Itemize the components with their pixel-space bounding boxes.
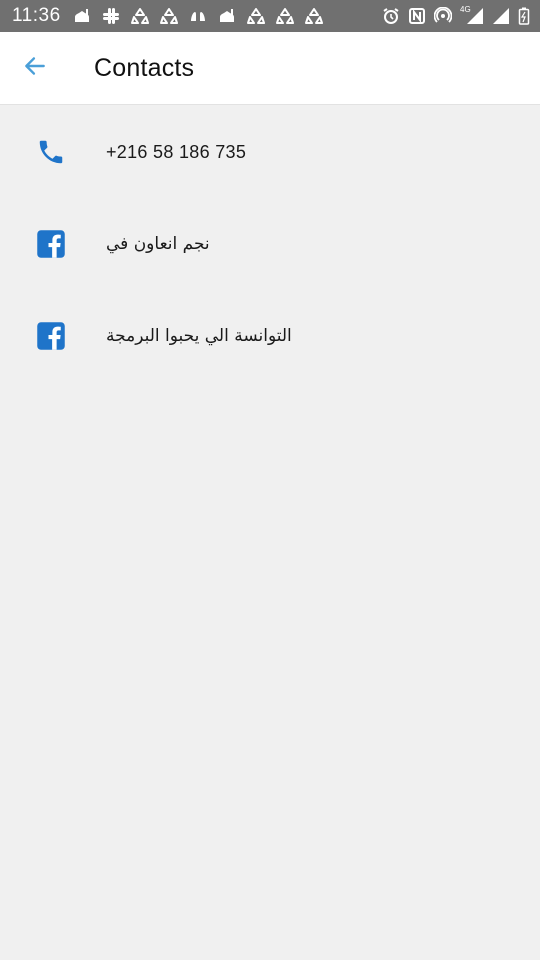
contact-row-facebook-2[interactable]: التوانسة الي يحبوا البرمجة bbox=[0, 290, 540, 382]
contact-label: التوانسة الي يحبوا البرمجة bbox=[106, 326, 292, 346]
mosque-icon bbox=[218, 7, 236, 25]
facebook-icon bbox=[0, 321, 106, 351]
contact-row-phone[interactable]: +216 58 186 735 bbox=[0, 106, 540, 198]
status-bar: 11:36 4G bbox=[0, 0, 540, 32]
slack-icon bbox=[102, 7, 120, 25]
notification-icons bbox=[73, 7, 323, 25]
hotspot-icon bbox=[434, 7, 452, 25]
page-title: Contacts bbox=[94, 53, 195, 82]
contacts-list: +216 58 186 735 نجم انعاون في التوانسة ا… bbox=[0, 106, 540, 382]
phone-icon bbox=[0, 137, 106, 167]
alarm-icon bbox=[382, 7, 400, 25]
facebook-icon bbox=[0, 229, 106, 259]
status-time: 11:36 bbox=[12, 5, 61, 26]
recycle-icon bbox=[246, 7, 265, 25]
app-bar: Contacts bbox=[0, 32, 540, 105]
back-button[interactable] bbox=[0, 32, 70, 105]
contact-label: +216 58 186 735 bbox=[106, 141, 247, 162]
signal-icon bbox=[492, 7, 510, 25]
system-icons: 4G bbox=[382, 5, 530, 25]
arrow-left-icon bbox=[22, 53, 48, 84]
recycle-icon bbox=[159, 7, 178, 25]
contact-row-facebook-1[interactable]: نجم انعاون في bbox=[0, 198, 540, 290]
recycle-icon bbox=[130, 7, 149, 25]
mosque-icon bbox=[73, 7, 91, 25]
hands-icon bbox=[189, 7, 207, 25]
recycle-icon bbox=[304, 7, 323, 25]
signal-4g-icon: 4G bbox=[460, 5, 484, 25]
battery-icon bbox=[518, 7, 530, 25]
nfc-icon bbox=[408, 7, 426, 25]
recycle-icon bbox=[275, 7, 294, 25]
contact-label: نجم انعاون في bbox=[106, 234, 210, 254]
network-label: 4G bbox=[460, 5, 471, 14]
